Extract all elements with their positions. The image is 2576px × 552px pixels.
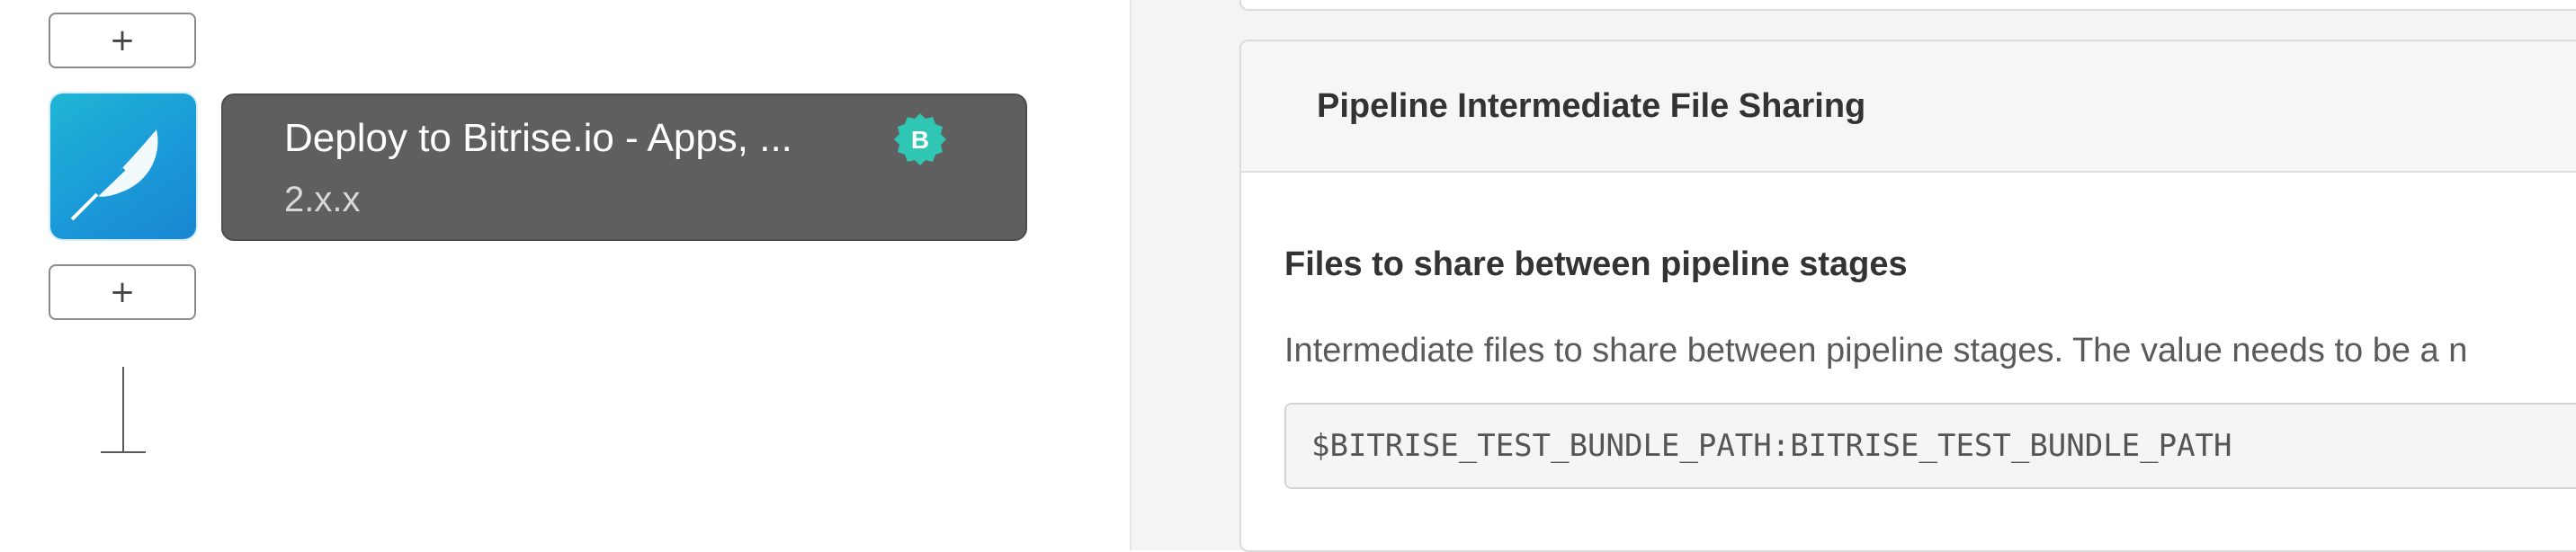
add-step-before-button[interactable]: + — [49, 13, 196, 68]
previous-section-card — [1239, 0, 2576, 11]
field-label: Files to share between pipeline stages — [1284, 245, 1908, 283]
rocket-feather-icon[interactable] — [50, 93, 196, 239]
step-card-deploy-to-bitrise[interactable]: Deploy to Bitrise.io - Apps, ... B 2.x.x — [221, 93, 1027, 241]
verified-badge-icon: B — [892, 111, 948, 167]
workflow-end-connector — [122, 367, 124, 453]
files-to-share-input[interactable] — [1284, 403, 2576, 489]
step-version: 2.x.x — [284, 180, 361, 219]
section-pipeline-file-sharing: Pipeline Intermediate File Sharing Files… — [1239, 40, 2576, 552]
section-header[interactable]: Pipeline Intermediate File Sharing — [1241, 41, 2576, 173]
section-title: Pipeline Intermediate File Sharing — [1317, 87, 1866, 125]
badge-letter: B — [911, 126, 929, 154]
add-step-after-button[interactable]: + — [49, 264, 196, 320]
workflow-end-marker — [101, 451, 146, 453]
verified-badge-icon-svg: B — [894, 113, 946, 165]
step-title: Deploy to Bitrise.io - Apps, ... — [284, 116, 792, 160]
field-description: Intermediate files to share between pipe… — [1284, 332, 2468, 369]
rocket-feather-icon-svg — [70, 129, 158, 221]
workflow-step-list: + Deploy to Bitrise.io - Apps, ... B 2.x… — [0, 0, 1130, 550]
